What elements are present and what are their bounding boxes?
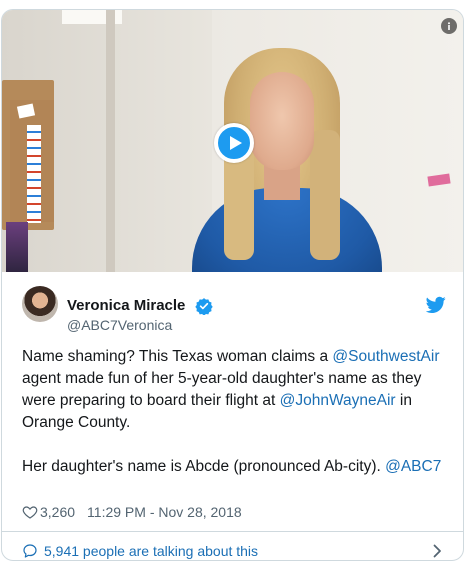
mention-link-johnwayneair[interactable]: @JohnWayneAir — [280, 392, 396, 409]
tweet-text-segment: Name shaming? This Texas woman claims a — [22, 348, 333, 365]
tweet-text: Name shaming? This Texas woman claims a … — [22, 346, 454, 478]
author-handle[interactable]: @ABC7Veronica — [67, 317, 172, 333]
video-frame-detail — [6, 222, 28, 272]
mention-link-southwestair[interactable]: @SouthwestAir — [332, 348, 439, 365]
tweet-meta-row: 3,260 11:29 PM - Nov 28, 2018 — [22, 503, 242, 521]
like-count[interactable]: 3,260 — [40, 504, 75, 520]
tweet-paragraph: Her daughter's name is Abcde (pronounced… — [22, 456, 454, 478]
play-button[interactable] — [214, 123, 254, 163]
embedded-tweet-card: Veronica Miracle @ABC7Veronica Name sham… — [1, 9, 464, 561]
video-frame-detail — [27, 125, 41, 223]
comment-bubble-icon — [23, 544, 37, 558]
video-frame-detail — [106, 10, 115, 272]
conversation-count-text: 5,941 people are talking about this — [44, 543, 259, 559]
verified-badge-icon — [195, 298, 213, 315]
tweet-paragraph: Name shaming? This Texas woman claims a … — [22, 346, 454, 434]
info-button[interactable] — [441, 18, 457, 34]
author-display-name[interactable]: Veronica Miracle — [67, 297, 185, 314]
tweet-text-segment: Her daughter's name is Abcde (pronounced… — [22, 458, 386, 475]
heart-icon[interactable] — [22, 504, 38, 520]
video-frame-person — [310, 130, 340, 260]
info-icon — [448, 22, 450, 30]
video-player[interactable] — [2, 10, 463, 272]
mention-link-abc7[interactable]: @ABC7 — [385, 458, 441, 475]
twitter-bird-icon[interactable] — [426, 296, 446, 314]
video-frame-person — [250, 72, 314, 170]
chevron-right-icon — [433, 544, 441, 558]
conversation-link[interactable]: 5,941 people are talking about this — [2, 532, 463, 560]
author-avatar[interactable] — [22, 286, 58, 322]
tweet-timestamp[interactable]: 11:29 PM - Nov 28, 2018 — [87, 504, 242, 520]
play-icon — [229, 136, 242, 150]
